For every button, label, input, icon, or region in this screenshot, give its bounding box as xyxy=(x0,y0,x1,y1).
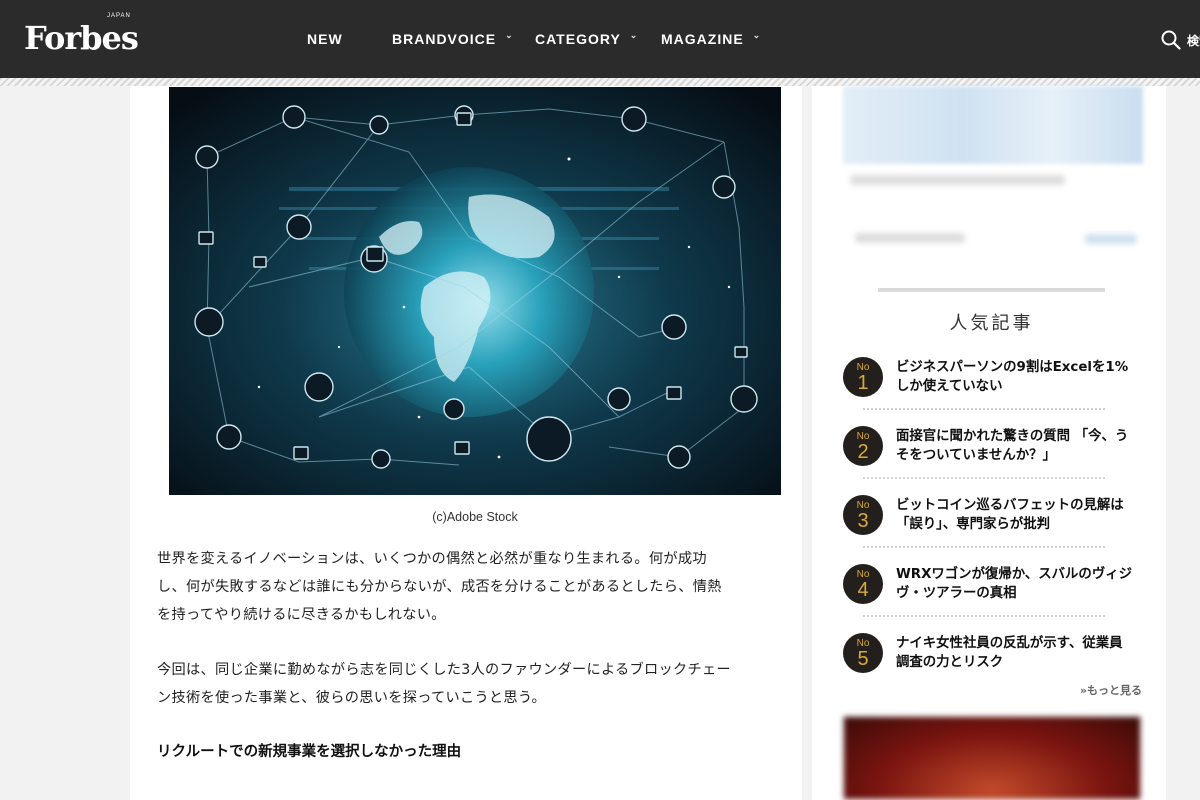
search-button[interactable]: 検索 xyxy=(1161,28,1200,52)
chevron-down-icon: ⌄ xyxy=(629,29,639,40)
nav-magazine-label: MAGAZINE xyxy=(661,31,744,47)
article-paragraph-2: 今回は、同じ企業に勤めながら志を同じくした3人のファウンダーによるブロックチェー… xyxy=(157,656,793,712)
rank-badge: No 4 xyxy=(843,564,883,604)
ranking-title: 人気記事 xyxy=(949,313,1034,334)
forbes-logo[interactable]: Forbes xyxy=(24,18,139,58)
ranking-title-line: ビジネスパーソンの9割はExcelを1% xyxy=(896,360,1129,375)
ranking-separator xyxy=(863,408,1105,410)
rank-number: 5 xyxy=(857,648,869,670)
sidebar-ad-text-blurred xyxy=(850,175,1065,185)
nav-category-label: CATEGORY xyxy=(535,31,621,47)
ranking-separator xyxy=(863,477,1105,479)
ranking-divider xyxy=(878,288,1105,292)
nav-new[interactable]: NEW xyxy=(307,0,343,78)
search-icon xyxy=(1161,30,1181,50)
ranking-more-link[interactable]: »もっと見る xyxy=(1060,682,1142,698)
nav-magazine[interactable]: MAGAZINE ⌄ xyxy=(661,0,761,78)
nav-brandvoice-label: BRANDVOICE xyxy=(392,31,497,47)
rank-badge: No 2 xyxy=(843,426,883,466)
article-paragraph-line: し、何が失敗するなどは誰にも分からないが、成否を分けることがあるとしたら、情熱 xyxy=(157,579,722,595)
header-stripe-divider xyxy=(0,78,1200,86)
ranking-item-title[interactable]: 面接官に聞かれた驚きの質問 「今、う そをついていませんか？」 xyxy=(896,427,1141,465)
ranking-item-title[interactable]: ナイキ女性社員の反乱が示す、従業員 調査の力とリスク xyxy=(896,634,1141,672)
nav-brandvoice[interactable]: BRANDVOICE ⌄ xyxy=(392,0,514,78)
rank-number: 4 xyxy=(857,579,869,601)
sidebar-ad-image[interactable] xyxy=(843,86,1143,164)
chevron-down-icon: ⌄ xyxy=(752,29,762,40)
ranking-separator xyxy=(863,615,1105,617)
article-paragraph-line: 今回は、同じ企業に勤めながら志を同じくした3人のファウンダーによるブロックチェー xyxy=(157,662,731,678)
article-paragraph-line: ン技術を使った事業と、彼らの思いを探っていこうと思う。 xyxy=(157,690,547,706)
sidebar-ad-link-blurred[interactable] xyxy=(1085,234,1137,244)
article-subheading: リクルートでの新規事業を選択しなかった理由 xyxy=(157,744,462,760)
search-label: 検索 xyxy=(1187,33,1200,48)
image-caption: (c)Adobe Stock xyxy=(432,510,518,524)
rank-badge: No 5 xyxy=(843,633,883,673)
article-hero-image xyxy=(169,87,781,495)
logo-japan-label: JAPAN xyxy=(107,13,131,19)
rank-number: 1 xyxy=(857,372,869,394)
ranking-title-line: ビットコイン巡るバフェットの見解は xyxy=(896,498,1124,513)
chevron-down-icon: ⌄ xyxy=(505,29,514,40)
ranking-title-line: 「誤り」、専門家らが批判 xyxy=(896,517,1050,532)
ranking-item-title[interactable]: WRXワゴンが復帰か、スバルのヴィジ ヴ・ツアラーの真相 xyxy=(896,565,1141,603)
ranking-title-line: WRXワゴンが復帰か、スバルのヴィジ xyxy=(896,567,1132,582)
ranking-separator xyxy=(863,546,1105,548)
rank-badge: No 1 xyxy=(843,357,883,397)
ranking-title-line: 面接官に聞かれた驚きの質問 「今、う xyxy=(896,429,1129,444)
ranking-title-line: しか使えていない xyxy=(896,379,1003,394)
ranking-title-line: ヴ・ツアラーの真相 xyxy=(896,586,1017,601)
sidebar-ad-banner[interactable] xyxy=(843,716,1141,800)
rank-number: 2 xyxy=(857,441,869,463)
rank-badge: No 3 xyxy=(843,495,883,535)
article-paragraph-line: 世界を変えるイノベーションは、いくつかの偶然と必然が重なり生まれる。何が成功 xyxy=(157,551,707,567)
nav-category[interactable]: CATEGORY ⌄ xyxy=(535,0,638,78)
ranking-item-title[interactable]: ビジネスパーソンの9割はExcelを1% しか使えていない xyxy=(896,358,1141,396)
ranking-item-title[interactable]: ビットコイン巡るバフェットの見解は 「誤り」、専門家らが批判 xyxy=(896,496,1141,534)
article-paragraph-1: 世界を変えるイノベーションは、いくつかの偶然と必然が重なり生まれる。何が成功 し… xyxy=(157,545,793,629)
site-header: Forbes JAPAN NEW BRANDVOICE ⌄ CATEGORY ⌄… xyxy=(0,0,1200,78)
ranking-title-line: そをついていませんか？」 xyxy=(896,448,1056,463)
nav-new-label: NEW xyxy=(307,31,343,47)
ranking-title-line: 調査の力とリスク xyxy=(896,655,1004,670)
rank-number: 3 xyxy=(857,510,869,532)
sidebar-ad-meta-blurred xyxy=(855,233,965,243)
article-paragraph-line: を持ってやり続けるに尽きるかもしれない。 xyxy=(157,607,446,623)
ranking-title-line: ナイキ女性社員の反乱が示す、従業員 xyxy=(896,636,1123,651)
